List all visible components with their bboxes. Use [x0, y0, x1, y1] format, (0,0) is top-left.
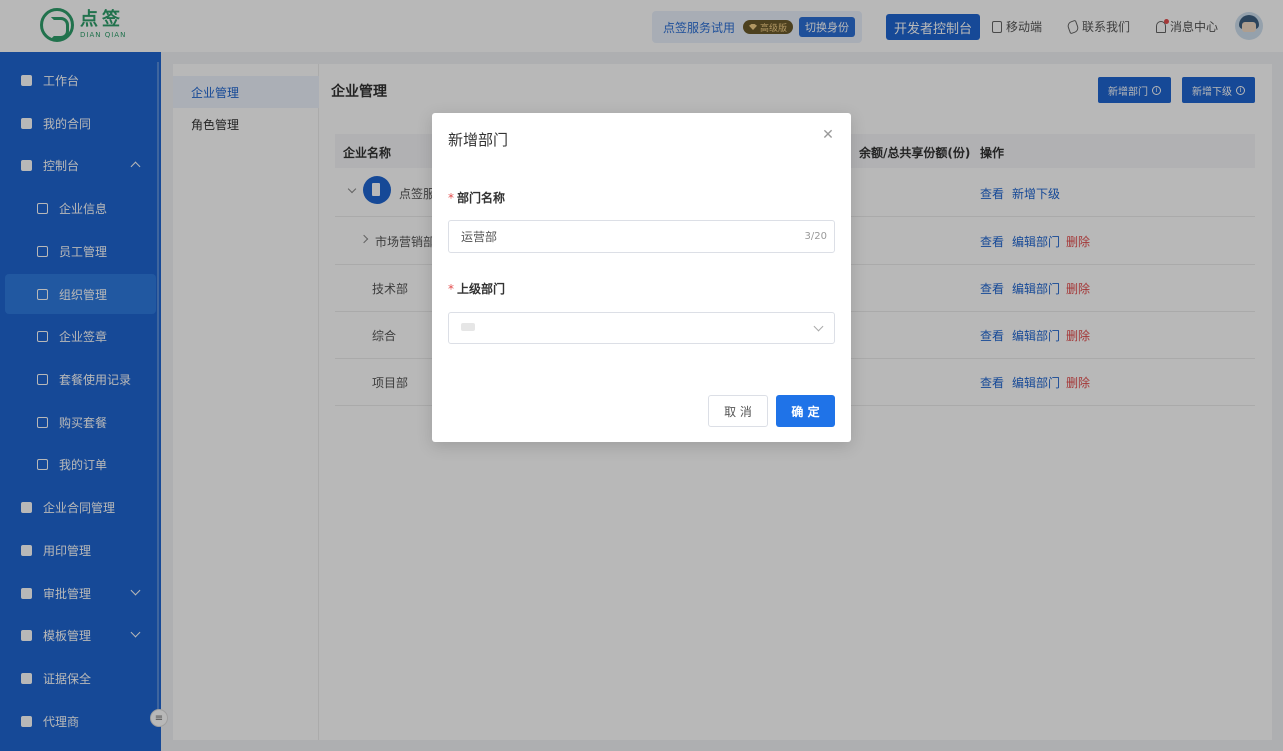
parent-dept-label: * 上级部门 [448, 282, 506, 296]
char-count: 3/20 [804, 231, 827, 242]
dept-name-input[interactable] [448, 220, 835, 253]
cancel-button[interactable]: 取 消 [708, 395, 768, 427]
chevron-down-icon [813, 321, 824, 332]
dept-name-label: * 部门名称 [448, 191, 506, 205]
confirm-button[interactable]: 确 定 [776, 395, 835, 427]
parent-dept-select[interactable] [448, 312, 835, 344]
add-department-dialog: 新增部门 ✕ *部门名称 3/20 *上级部门 取 消 确 定 [432, 113, 851, 442]
close-icon[interactable]: ✕ [821, 128, 835, 142]
select-placeholder [461, 323, 475, 331]
dialog-title: 新增部门 [448, 131, 509, 149]
